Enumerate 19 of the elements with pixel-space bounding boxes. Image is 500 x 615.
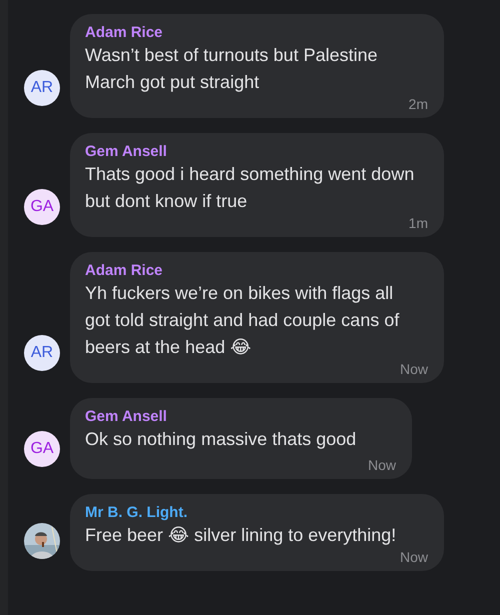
- sender-name: Adam Rice: [85, 24, 164, 42]
- message-time: 2m: [408, 96, 428, 112]
- avatar[interactable]: AR: [24, 335, 60, 371]
- sender-name: Mr B. G. Light.: [85, 504, 188, 522]
- message-text: Free beer 😂 silver lining to everything!: [85, 524, 398, 547]
- sender-name: Gem Ansell: [85, 408, 168, 426]
- message-text: Yh fuckers we’re on bikes with flags all got told straight and had couple cans of beers at the head 😂: [85, 282, 400, 359]
- avatar[interactable]: AR: [24, 70, 60, 106]
- message-text: Wasn’t best of turnouts but Palestine March got put straight: [85, 44, 378, 94]
- sender-name: Gem Ansell: [85, 143, 168, 161]
- sender-name: Adam Rice: [85, 262, 164, 280]
- message-time: Now: [368, 457, 396, 473]
- message-time: 1m: [408, 215, 428, 231]
- message-text: Ok so nothing massive thats good: [85, 428, 358, 451]
- avatar[interactable]: GA: [24, 431, 60, 467]
- message-time: Now: [400, 549, 428, 565]
- message-time: Now: [400, 361, 428, 377]
- avatar[interactable]: GA: [24, 189, 60, 225]
- message-text: Thats good i heard something went down but dont know if true: [85, 163, 415, 213]
